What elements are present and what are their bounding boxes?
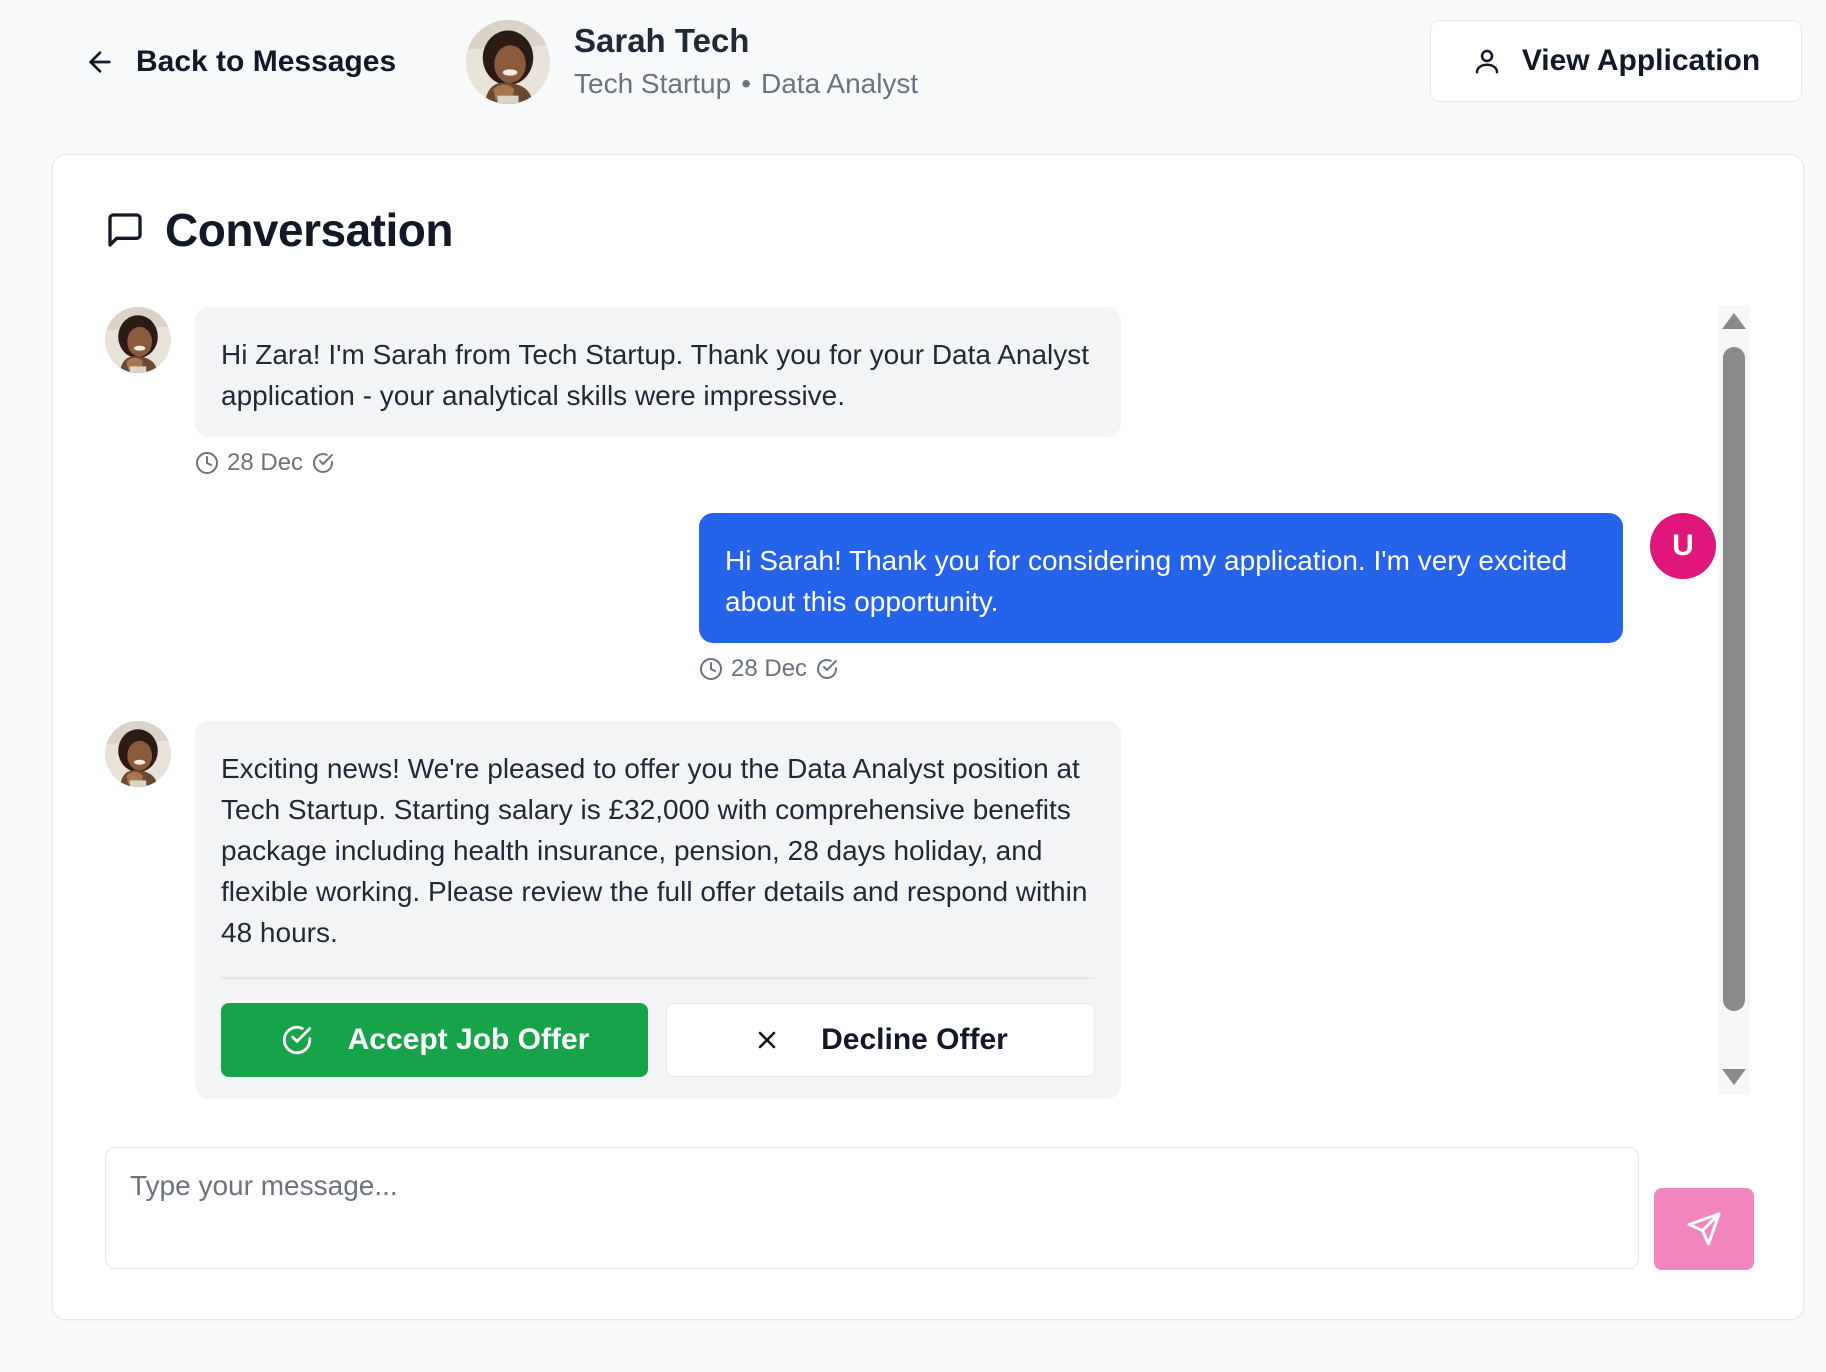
message-meta: 28 Dec <box>195 449 335 477</box>
scroll-down-arrow-icon[interactable] <box>1722 1069 1746 1085</box>
arrow-left-icon <box>89 51 111 73</box>
view-application-label: View Application <box>1521 44 1761 77</box>
message-bubble-offer: Exciting news! We're pleased to offer yo… <box>195 721 1121 1099</box>
offer-divider <box>221 977 1095 979</box>
clock-icon <box>196 452 218 474</box>
meta-separator: • <box>741 68 752 99</box>
send-icon <box>1687 1212 1721 1246</box>
top-bar: Back to Messages Sarah Tech Tech Startup… <box>0 0 1826 140</box>
sender-avatar <box>105 307 171 373</box>
send-button[interactable] <box>1654 1188 1754 1270</box>
message-scrollbar[interactable] <box>1718 305 1750 1095</box>
message-bubble-outgoing: Hi Sarah! Thank you for considering my a… <box>699 513 1623 643</box>
x-icon <box>758 1031 776 1048</box>
contact-role: Data Analyst <box>761 68 919 99</box>
clock-icon <box>700 658 722 680</box>
message-text: Hi Sarah! Thank you for considering my a… <box>725 545 1568 617</box>
back-to-messages-link[interactable]: Back to Messages <box>84 36 396 88</box>
decline-offer-label: Decline Offer <box>821 1023 1008 1056</box>
conversation-title: Conversation <box>165 204 453 256</box>
contact-company: Tech Startup <box>574 68 732 99</box>
conversation-card: Conversation Hi Zara! I'm Sarah from Tec… <box>52 154 1804 1320</box>
message-input[interactable] <box>105 1147 1639 1269</box>
check-circle-icon <box>817 659 838 679</box>
decline-offer-button[interactable]: Decline Offer <box>666 1002 1095 1077</box>
message-list[interactable]: Hi Zara! I'm Sarah from Tech Startup. Th… <box>53 303 1753 1253</box>
message-date: 28 Dec <box>731 655 808 682</box>
message-bubble-incoming: Hi Zara! I'm Sarah from Tech Startup. Th… <box>195 307 1121 437</box>
message-meta: 28 Dec <box>699 655 839 683</box>
back-label: Back to Messages <box>136 45 397 78</box>
contact-info: Sarah Tech Tech Startup • Data Analyst <box>466 20 918 104</box>
scroll-up-arrow-icon[interactable] <box>1722 313 1746 329</box>
message-text: Exciting news! We're pleased to offer yo… <box>221 753 1088 948</box>
user-avatar: U <box>1650 513 1716 579</box>
contact-meta: Tech Startup • Data Analyst <box>574 64 918 104</box>
accept-offer-button[interactable]: Accept Job Offer <box>221 1002 648 1077</box>
view-application-button[interactable]: View Application <box>1430 20 1802 102</box>
contact-avatar <box>466 20 550 104</box>
contact-name: Sarah Tech <box>574 22 750 59</box>
accept-offer-label: Accept Job Offer <box>347 1023 590 1056</box>
message-square-icon <box>108 213 142 247</box>
check-circle-icon <box>313 453 334 473</box>
message-text: Hi Zara! I'm Sarah from Tech Startup. Th… <box>221 339 1090 411</box>
offer-actions: Accept Job Offer Decline Offer <box>221 1002 1095 1077</box>
scroll-thumb[interactable] <box>1723 347 1745 1011</box>
user-icon <box>1475 49 1499 74</box>
message-date: 28 Dec <box>227 449 304 476</box>
conversation-heading: Conversation <box>105 203 453 257</box>
sender-avatar <box>105 721 171 787</box>
check-circle-icon <box>282 1025 311 1054</box>
